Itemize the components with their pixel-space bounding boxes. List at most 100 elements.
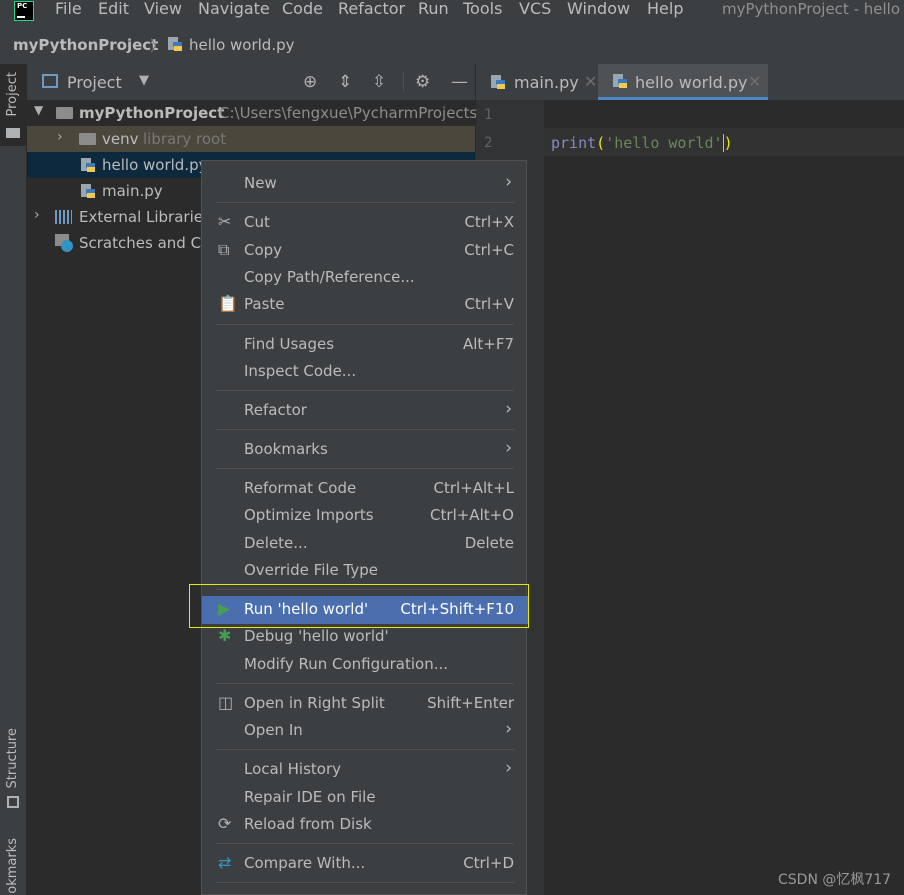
folder-icon (56, 107, 73, 119)
menu-separator (216, 749, 514, 750)
menu-item-label: Debug 'hello world' (244, 627, 389, 645)
tab-main-py[interactable]: main.py ✕ (484, 64, 599, 100)
menu-item-label: Optimize Imports (244, 506, 374, 524)
menu-item-label: Override File Type (244, 561, 378, 579)
structure-tool-button[interactable]: Structure (5, 728, 20, 788)
menu-item-compare-with[interactable]: ⇄ Compare With... Ctrl+D (202, 850, 528, 878)
expand-all-icon[interactable]: ⇕ (338, 72, 352, 92)
menu-item-shortcut: Ctrl+X (464, 213, 514, 231)
menu-item-new[interactable]: New › (202, 170, 528, 198)
folder-icon (6, 128, 20, 138)
library-icon (55, 210, 72, 224)
menu-tools[interactable]: Tools (463, 0, 502, 18)
chevron-down-icon[interactable]: ▼ (34, 103, 43, 117)
menu-window[interactable]: Window (567, 0, 630, 18)
code-string: 'hello world' (605, 134, 723, 152)
menu-help[interactable]: Help (647, 0, 683, 18)
menu-item-open-right-split[interactable]: ◫ Open in Right Split Shift+Enter (202, 690, 528, 718)
menu-refactor[interactable]: Refactor (338, 0, 405, 18)
project-panel-header: Project ▼ ⊕ ⇕ ⇳ ⚙ — (27, 64, 475, 100)
bookmarks-tool-button[interactable]: okmarks (5, 838, 20, 894)
gear-icon[interactable]: ⚙ (415, 72, 430, 92)
tree-path: C:\Users\fengxue\PycharmProjects\ (219, 104, 483, 122)
menu-item-label: New (244, 174, 277, 192)
tab-label: hello world.py (635, 73, 748, 92)
menu-separator (216, 882, 514, 883)
menu-item-local-history[interactable]: Local History › (202, 756, 528, 784)
code-line[interactable]: print('hello world') (551, 134, 733, 152)
copy-icon: ⧉ (218, 240, 230, 259)
chevron-right-icon[interactable]: › (57, 129, 63, 145)
menu-item-label: Find Usages (244, 335, 335, 353)
compare-icon: ⇄ (218, 853, 232, 872)
menu-item-repair-ide[interactable]: Repair IDE on File (202, 784, 528, 812)
clock-icon (61, 240, 73, 252)
menu-item-delete[interactable]: Delete... Delete (202, 530, 528, 558)
menu-item-copy-path[interactable]: Copy Path/Reference... (202, 264, 528, 292)
menu-item-label: Cut (244, 213, 270, 231)
chevron-right-icon[interactable]: › (34, 207, 40, 223)
menu-code[interactable]: Code (282, 0, 323, 18)
menu-item-label: Bookmarks (244, 440, 328, 458)
menu-item-find-usages[interactable]: Find Usages Alt+F7 (202, 331, 528, 359)
menu-edit[interactable]: Edit (98, 0, 129, 18)
menu-vcs[interactable]: VCS (519, 0, 551, 18)
code-editor[interactable]: print('hello world') (544, 100, 904, 895)
menu-separator (216, 843, 514, 844)
menu-item-copy[interactable]: ⧉ Copy Ctrl+C (202, 237, 528, 265)
menu-item-reload-from-disk[interactable]: ⟳ Reload from Disk (202, 811, 528, 839)
menu-item-shortcut: Ctrl+V (464, 295, 514, 313)
hide-icon[interactable]: — (451, 72, 468, 92)
locate-icon[interactable]: ⊕ (303, 72, 317, 92)
menu-item-reformat-code[interactable]: Reformat Code Ctrl+Alt+L (202, 475, 528, 503)
code-close-paren: ) (722, 134, 733, 152)
menu-item-bookmarks[interactable]: Bookmarks › (202, 436, 528, 464)
window-title: myPythonProject - hello w (722, 0, 904, 18)
menu-navigate[interactable]: Navigate (198, 0, 270, 18)
collapse-all-icon[interactable]: ⇳ (372, 72, 386, 92)
debug-icon: ✱ (218, 626, 232, 645)
menu-item-label: Copy (244, 241, 283, 259)
breadcrumb-separator-icon: 〉 (150, 37, 166, 55)
menu-item-inspect-code[interactable]: Inspect Code... (202, 358, 528, 386)
menu-item-label: Reload from Disk (244, 815, 372, 833)
scissors-icon: ✂ (218, 212, 232, 231)
header-divider (403, 72, 404, 92)
menu-item-shortcut: Ctrl+Alt+O (430, 506, 514, 524)
chevron-down-icon[interactable]: ▼ (139, 73, 149, 88)
menu-item-cut[interactable]: ✂ Cut Ctrl+X (202, 209, 528, 237)
folder-icon (79, 133, 96, 145)
menu-item-refactor[interactable]: Refactor › (202, 397, 528, 425)
breadcrumb-project[interactable]: myPythonProject (13, 36, 158, 54)
close-icon[interactable]: ✕ (584, 72, 597, 91)
tree-item-venv[interactable]: › venv library root (27, 126, 475, 152)
tree-item-project-root[interactable]: ▼ myPythonProject C:\Users\fengxue\Pycha… (27, 100, 482, 126)
code-open-paren: ( (596, 134, 606, 152)
close-icon[interactable]: ✕ (748, 72, 761, 91)
menu-item-modify-run-config[interactable]: Modify Run Configuration... (202, 651, 528, 679)
chevron-right-icon: › (505, 399, 512, 419)
project-tool-button[interactable]: Project (0, 64, 26, 146)
menu-item-shortcut: Ctrl+Alt+L (433, 479, 515, 497)
menu-run[interactable]: Run (418, 0, 449, 18)
menu-separator (216, 683, 514, 684)
menu-item-open-in[interactable]: Open In › (202, 717, 528, 745)
project-tool-label: Project (5, 72, 20, 117)
tree-label: myPythonProject (79, 104, 225, 122)
chevron-right-icon: › (505, 438, 512, 458)
menu-item-label: Paste (244, 295, 285, 313)
menu-item-label: Modify Run Configuration... (244, 655, 449, 673)
menu-item-optimize-imports[interactable]: Optimize Imports Ctrl+Alt+O (202, 502, 528, 530)
menu-separator (216, 429, 514, 430)
tab-hello-world-py[interactable]: hello world.py ✕ (598, 64, 768, 100)
chevron-right-icon: › (505, 758, 512, 778)
menu-file[interactable]: File (55, 0, 82, 18)
project-panel-title[interactable]: Project (67, 73, 122, 92)
menu-bar: PC File Edit View Navigate Code Refactor… (0, 0, 904, 26)
tree-label: venv (102, 130, 139, 148)
menu-item-paste[interactable]: 📋 Paste Ctrl+V (202, 291, 528, 319)
menu-view[interactable]: View (144, 0, 182, 18)
menu-item-override-file-type[interactable]: Override File Type (202, 557, 528, 585)
menu-item-label: Inspect Code... (244, 362, 357, 380)
breadcrumb-file[interactable]: hello world.py (189, 36, 294, 54)
